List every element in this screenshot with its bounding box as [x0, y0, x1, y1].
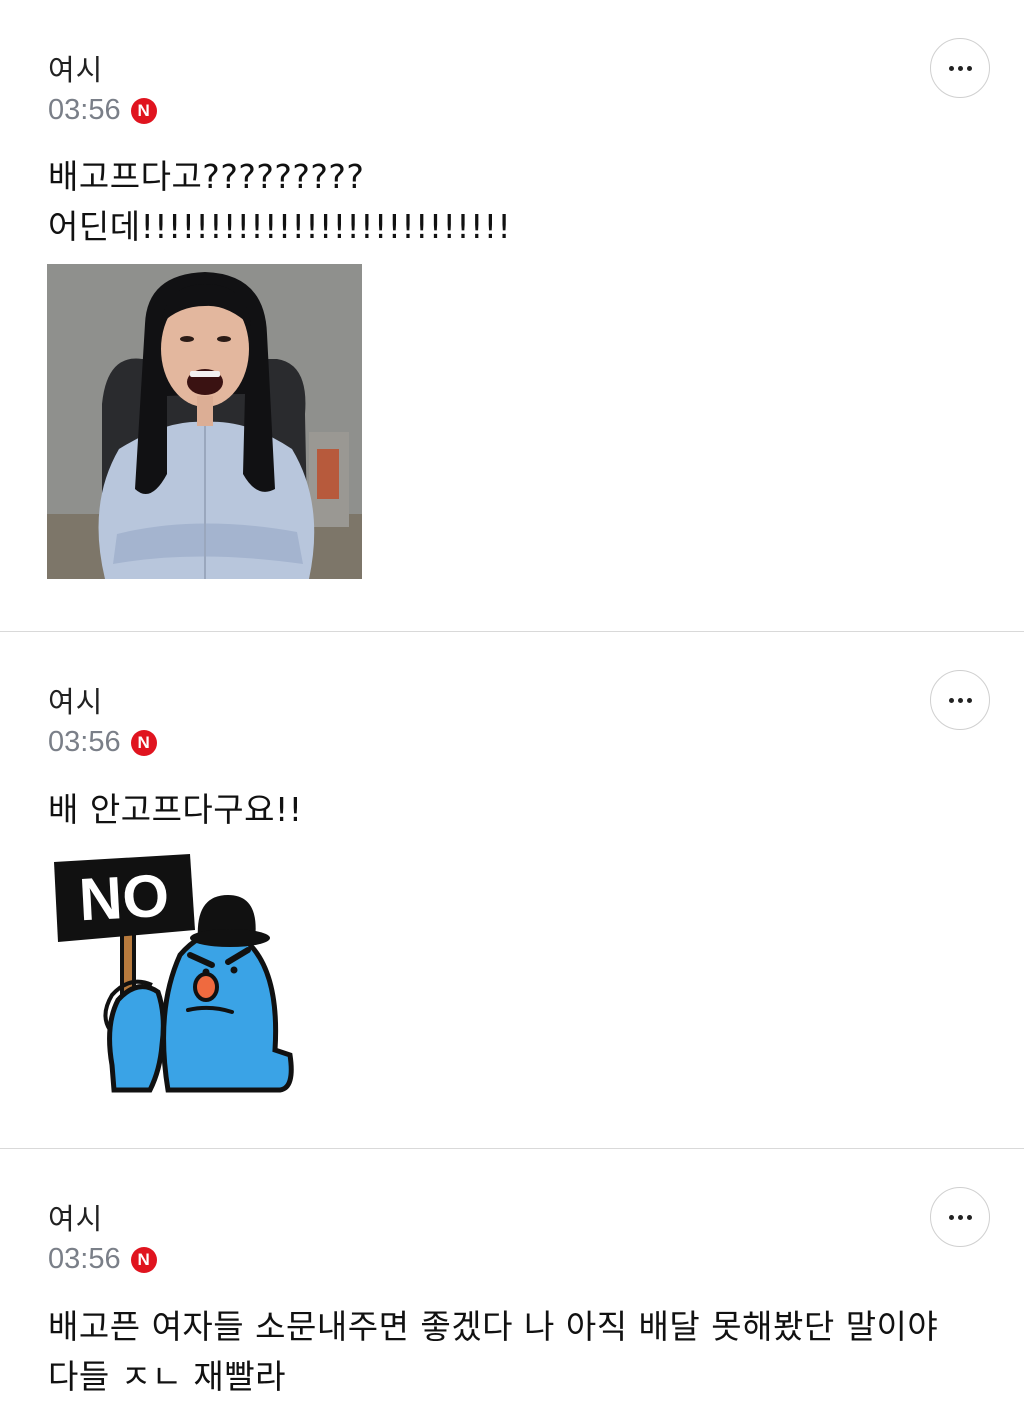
more-options-button[interactable] — [930, 1187, 990, 1247]
more-horizontal-icon — [948, 1214, 954, 1220]
more-options-button[interactable] — [930, 38, 990, 98]
comment-photo[interactable] — [47, 264, 362, 579]
comment-meta: 03:56 N — [48, 1243, 157, 1276]
comment-meta: 03:56 N — [48, 94, 157, 127]
new-badge-icon: N — [130, 97, 157, 124]
comment-meta: 03:56 N — [48, 726, 157, 759]
more-horizontal-icon — [948, 65, 954, 71]
new-badge-icon: N — [130, 729, 157, 756]
comment-time: 03:56 — [48, 726, 121, 758]
comment-text-line: 배고프다고????????? — [48, 157, 365, 196]
sticker-text: NO — [77, 862, 170, 934]
comment-text-line: 배고픈 여자들 소문내주면 좋겠다 나 아직 배달 못해봤단 말이야 — [48, 1307, 939, 1346]
no-sign-character-sticker: NO — [54, 854, 294, 1093]
more-options-button[interactable] — [930, 670, 990, 730]
photo-image — [47, 264, 362, 579]
comment-author[interactable]: 여시 — [48, 47, 103, 89]
comment-text-line: 배 안고프다구요!! — [48, 790, 303, 829]
comment-text-line: 다들 ㅈㄴ 재빨라 — [48, 1357, 286, 1396]
comment-divider — [0, 631, 1024, 632]
comment-text-line: 어딘데!!!!!!!!!!!!!!!!!!!!!!!!!!! — [48, 207, 512, 246]
comment-author[interactable]: 여시 — [48, 1196, 103, 1238]
comment-time: 03:56 — [48, 1243, 121, 1275]
new-badge-icon: N — [130, 1246, 157, 1273]
comment-sticker[interactable]: NO — [50, 850, 300, 1095]
comment-divider — [0, 1148, 1024, 1149]
more-horizontal-icon — [948, 697, 954, 703]
comment-author[interactable]: 여시 — [48, 679, 103, 721]
comment-time: 03:56 — [48, 94, 121, 126]
